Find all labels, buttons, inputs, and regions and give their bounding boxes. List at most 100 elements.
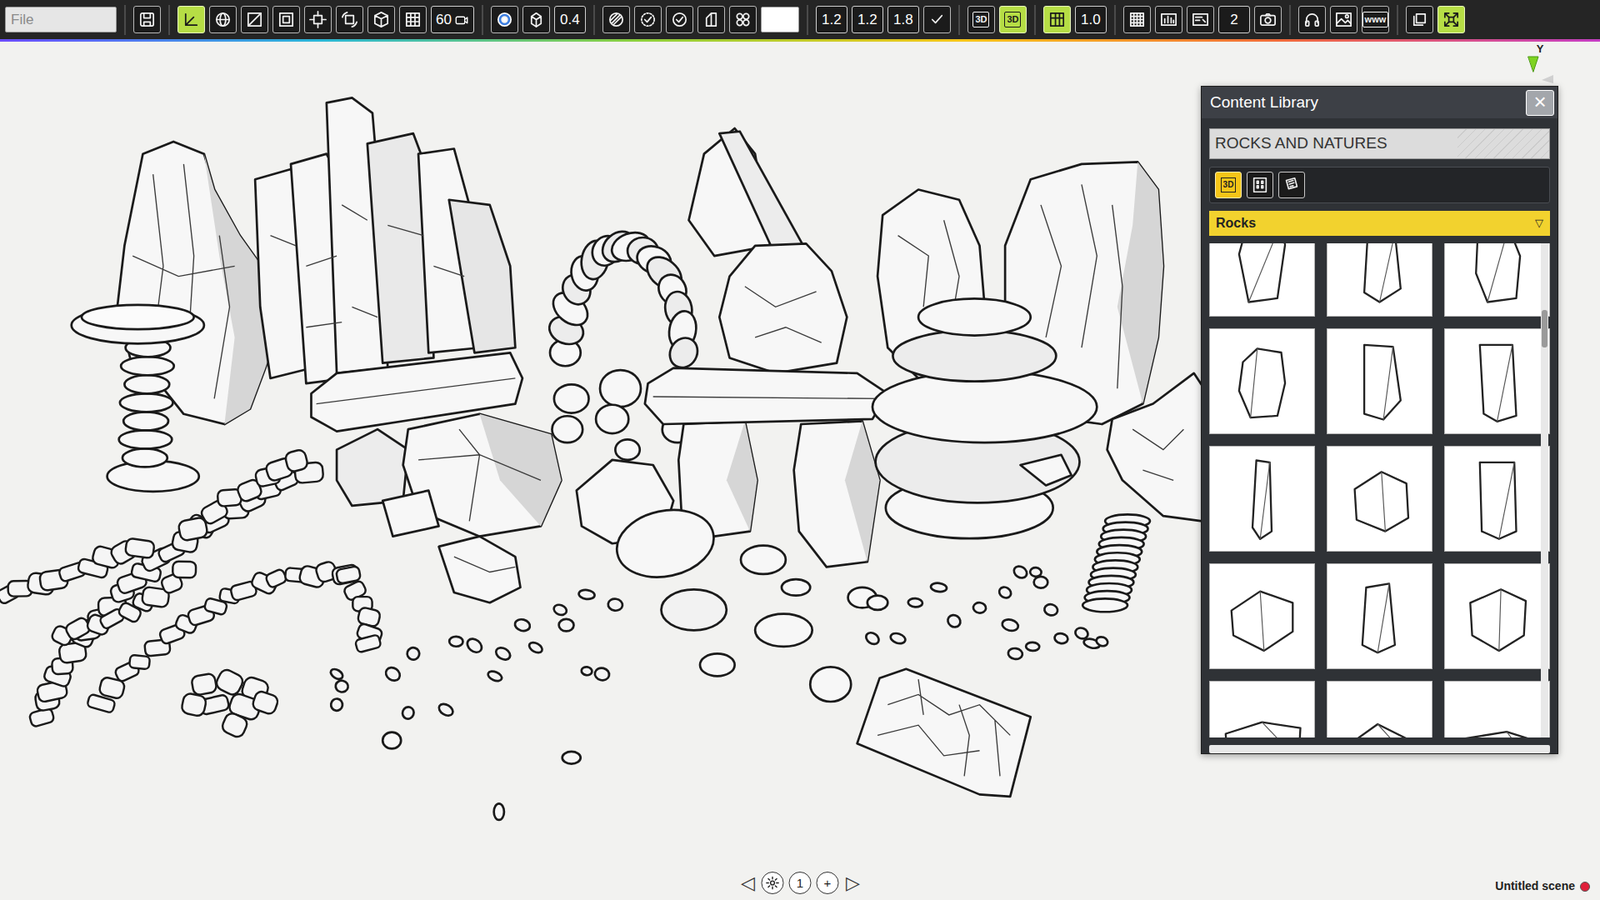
rock-preview-icon xyxy=(1331,685,1428,738)
rock-thumbnail[interactable] xyxy=(1209,445,1315,552)
rock-thumbnail[interactable] xyxy=(1444,328,1550,435)
add-page-button[interactable]: + xyxy=(816,871,840,895)
box-icon xyxy=(526,10,546,30)
gear-icon xyxy=(765,875,781,891)
rock-thumbnail[interactable] xyxy=(1444,243,1550,317)
library-name-field[interactable]: ROCKS AND NATURES xyxy=(1209,128,1550,160)
axis-gizmo[interactable]: Y xyxy=(1523,43,1557,89)
layout-icon xyxy=(1047,10,1067,30)
toolbar-group xyxy=(5,5,125,35)
previous-page-button[interactable]: ◁ xyxy=(739,874,757,893)
file-field[interactable] xyxy=(5,6,117,33)
toolbar-button[interactable] xyxy=(1298,5,1326,34)
3d-objects-icon: 3D xyxy=(1220,177,1237,193)
toolbar-button[interactable] xyxy=(1123,5,1151,34)
toolbar-button[interactable]: 3D xyxy=(999,5,1027,34)
vertical-scrollbar[interactable] xyxy=(1540,243,1549,738)
toolbar-button[interactable] xyxy=(177,5,205,34)
axis-label: Y xyxy=(1536,43,1545,55)
value-field[interactable]: 0.4 xyxy=(554,5,586,34)
rock-thumbnail[interactable] xyxy=(1209,680,1315,738)
rock-thumbnail[interactable] xyxy=(1209,243,1315,317)
toolbar-button[interactable] xyxy=(490,5,519,34)
toolbar-button[interactable] xyxy=(399,5,427,34)
value-field[interactable]: 1.8 xyxy=(887,5,920,34)
category-dropdown[interactable]: Rocks▽ xyxy=(1209,210,1550,236)
rock-preview-icon xyxy=(1449,243,1545,312)
toolbar-button[interactable] xyxy=(1330,5,1358,34)
toolbar-button[interactable] xyxy=(304,5,332,34)
toolbar-button[interactable]: 3D xyxy=(967,5,995,34)
dropdown-arrow-icon: ▽ xyxy=(1535,215,1544,232)
library-tab[interactable]: 3D xyxy=(1215,171,1242,199)
toolbar-button[interactable] xyxy=(1254,5,1282,34)
rock-thumbnail[interactable] xyxy=(1444,680,1550,738)
value-field[interactable]: 2 xyxy=(1218,5,1250,34)
scroll-thumb[interactable] xyxy=(1541,310,1548,348)
rock-thumbnail[interactable] xyxy=(1209,563,1315,670)
horizontal-scrollbar[interactable] xyxy=(1209,745,1550,754)
rock-preview-icon xyxy=(1449,685,1545,738)
rock-thumbnail[interactable] xyxy=(1326,243,1433,317)
value-field[interactable]: 1.2 xyxy=(851,5,884,34)
rock-thumbnail[interactable] xyxy=(1326,680,1433,738)
slope-icon xyxy=(245,10,265,30)
grid-icon xyxy=(403,10,423,30)
rock-thumbnail[interactable] xyxy=(1326,445,1433,552)
value-field[interactable]: 1.0 xyxy=(1075,5,1107,34)
value-field[interactable]: 60 xyxy=(430,5,475,34)
close-button[interactable]: × xyxy=(1525,90,1555,116)
material-icon xyxy=(1282,175,1301,195)
toolbar-button[interactable] xyxy=(1186,5,1215,34)
toolbar-button[interactable] xyxy=(1437,5,1465,34)
toolbar-button[interactable] xyxy=(729,5,757,34)
library-body: ROCKS AND NATURES 3D Rocks▽ xyxy=(1201,118,1558,760)
value-field[interactable]: 1.2 xyxy=(815,5,848,34)
rock-preview-icon xyxy=(1449,568,1545,665)
rock-preview-icon xyxy=(1214,685,1310,738)
library-tab[interactable] xyxy=(1246,171,1274,199)
viewport[interactable]: Y Content Library× ROCKS AND NATURES 3D Roc… xyxy=(0,41,1600,900)
value-text: 60 xyxy=(435,9,452,31)
rock-thumbnail[interactable] xyxy=(1326,563,1433,670)
rock-preview-icon xyxy=(1331,568,1428,665)
toolbar-button[interactable] xyxy=(1155,5,1183,34)
camera-icon xyxy=(1258,10,1278,30)
page-settings-button[interactable] xyxy=(761,871,785,895)
toolbar-button[interactable] xyxy=(522,5,550,34)
toolbar-button[interactable] xyxy=(209,5,237,34)
window-titlebar[interactable]: Content Library× xyxy=(1201,86,1558,119)
color-swatch[interactable] xyxy=(760,6,800,33)
toolbar-button[interactable] xyxy=(923,5,951,34)
rock-preview-icon xyxy=(1214,568,1310,665)
toolbar-button[interactable] xyxy=(697,5,725,34)
value-text: 1.2 xyxy=(821,9,842,31)
next-page-button[interactable]: ▷ xyxy=(844,874,862,893)
rock-thumbnail[interactable] xyxy=(1326,328,1433,435)
toolbar-group: 2 xyxy=(1114,5,1290,35)
toolbar-button[interactable] xyxy=(367,5,395,34)
toolbar-button[interactable]: www xyxy=(1361,5,1390,34)
library-tab[interactable] xyxy=(1278,171,1305,199)
rock-preview-icon xyxy=(1449,333,1545,430)
rock-thumbnail[interactable] xyxy=(1209,328,1315,435)
rock-preview-icon xyxy=(1331,333,1428,430)
toolbar-button[interactable] xyxy=(335,5,364,34)
headphones-icon xyxy=(1302,10,1322,30)
toolbar-button[interactable] xyxy=(1405,5,1434,34)
page-number[interactable]: 1 xyxy=(789,871,812,895)
toolbar-group xyxy=(593,5,807,35)
chart-icon xyxy=(1159,10,1179,30)
toolbar-button[interactable] xyxy=(272,5,300,34)
toolbar-button[interactable] xyxy=(602,5,630,34)
toolbar-button[interactable] xyxy=(133,5,161,34)
rock-thumbnail[interactable] xyxy=(1444,563,1550,670)
toolbar-button[interactable] xyxy=(665,5,694,34)
toolbar-group xyxy=(124,5,169,35)
toolbar-group: 60 xyxy=(168,5,482,35)
toolbar-button[interactable] xyxy=(634,5,662,34)
toolbar-button[interactable] xyxy=(1043,5,1071,34)
save-icon xyxy=(137,10,157,30)
rock-thumbnail[interactable] xyxy=(1444,445,1550,552)
toolbar-button[interactable] xyxy=(240,5,269,34)
